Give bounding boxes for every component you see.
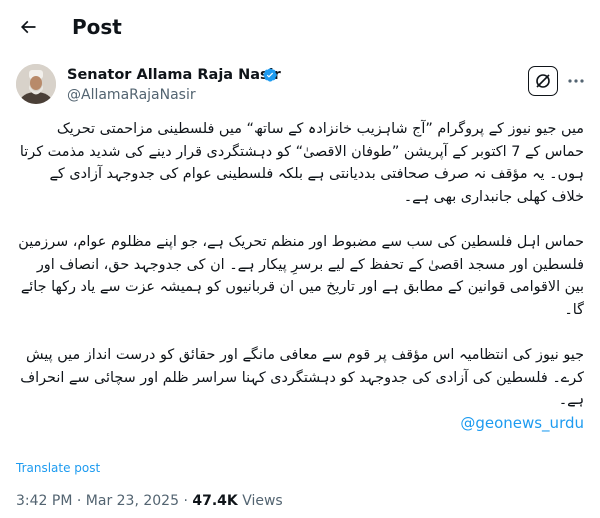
post-date[interactable]: Mar 23, 2025: [86, 493, 179, 509]
back-button[interactable]: [10, 9, 46, 45]
tweet-paragraph: جیو نیوز کی انتظامیہ اس مؤقف پر قوم سے م…: [20, 346, 584, 409]
top-bar: Post: [0, 0, 600, 54]
author-name[interactable]: Senator Allama Raja Nasir: [67, 66, 281, 84]
post-time[interactable]: 3:42 PM: [16, 493, 72, 509]
views-label: Views: [242, 493, 283, 509]
avatar[interactable]: [16, 64, 56, 104]
translate-post-link[interactable]: Translate post: [16, 460, 100, 476]
meta-separator: ·: [76, 493, 82, 509]
grok-button[interactable]: [528, 66, 558, 96]
arrow-left-icon: [20, 20, 36, 34]
tweet-paragraph: میں جیو نیوز کے پروگرام ”آج شاہزیب خانزا…: [19, 121, 584, 205]
page-title: Post: [72, 15, 122, 39]
more-options-button[interactable]: [564, 66, 588, 96]
verified-badge-icon: [263, 68, 277, 82]
views-count: 47.4K: [192, 493, 238, 509]
post-meta: 3:42 PM · Mar 23, 2025 · 47.4K Views: [16, 492, 283, 510]
author-handle[interactable]: @AllamaRajaNasir: [67, 86, 196, 104]
tweet-paragraph: حماس اہل فلسطین کی سب سے مضبوط اور منظم …: [18, 233, 584, 318]
meta-separator: ·: [183, 493, 188, 509]
mention-link[interactable]: @geonews_urdu: [16, 412, 584, 435]
more-dots-icon: [568, 79, 584, 83]
grok-icon: [536, 74, 550, 88]
tweet-text: میں جیو نیوز کے پروگرام ”آج شاہزیب خانزا…: [16, 118, 584, 434]
